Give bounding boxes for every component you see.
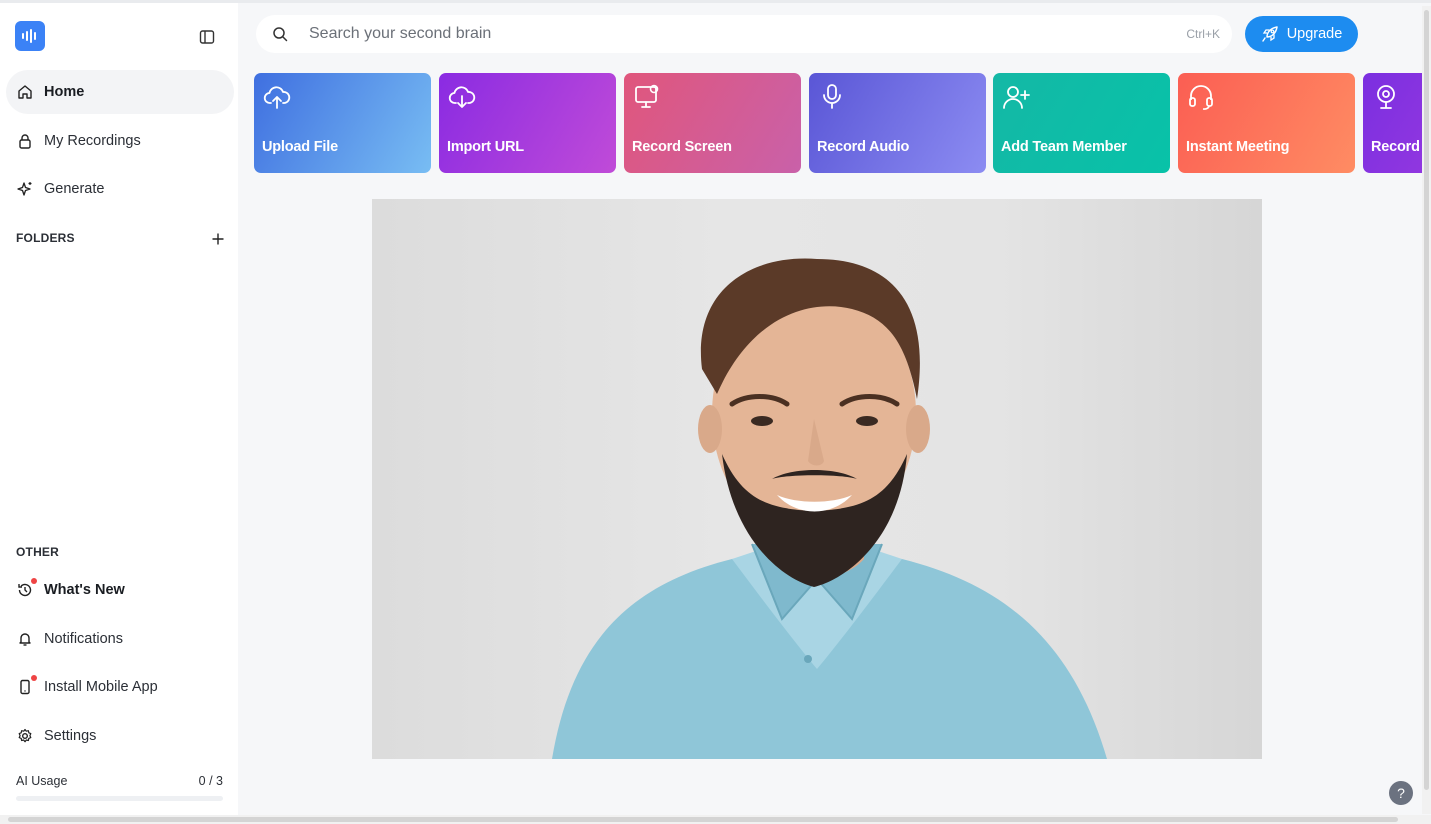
home-icon [16, 83, 34, 101]
gear-icon [16, 727, 34, 745]
monitor-icon [633, 83, 661, 111]
record-screen-card[interactable]: Record Screen [624, 73, 801, 173]
sidebar-item-label: Notifications [44, 631, 123, 647]
upgrade-label: Upgrade [1286, 26, 1343, 42]
folders-heading: FOLDERS [16, 231, 75, 245]
instant-meeting-card[interactable]: Instant Meeting [1178, 73, 1355, 173]
sidebar-item-label: Generate [44, 181, 105, 197]
scrollbar-thumb[interactable] [8, 817, 1398, 822]
add-team-member-card[interactable]: Add Team Member [993, 73, 1170, 173]
add-folder-icon[interactable] [208, 229, 228, 249]
card-label: Add Team Member [1001, 139, 1127, 155]
sidebar-item-label: Install Mobile App [44, 679, 158, 695]
sidebar-item-home[interactable]: Home [6, 70, 234, 114]
microphone-icon [818, 83, 846, 111]
webcam-icon [1372, 83, 1400, 111]
card-label: Import URL [447, 139, 524, 155]
sidebar-item-label: My Recordings [44, 133, 141, 149]
card-label: Record Screen [632, 139, 732, 155]
cloud-upload-icon [263, 83, 291, 111]
card-label: Upload File [262, 139, 338, 155]
sidebar-item-my-recordings[interactable]: My Recordings [6, 119, 234, 163]
ai-usage-label: AI Usage [16, 774, 68, 788]
search-icon [271, 25, 289, 43]
search-bar: Ctrl+K [256, 15, 1232, 53]
headset-icon [1187, 83, 1215, 111]
upload-file-card[interactable]: Upload File [254, 73, 431, 173]
sidebar-toggle-icon[interactable] [196, 26, 218, 48]
card-label: Instant Meeting [1186, 139, 1290, 155]
sidebar-item-generate[interactable]: Generate [6, 167, 234, 211]
notification-dot [31, 675, 37, 681]
ai-usage-count: 0 / 3 [198, 774, 223, 788]
sidebar-item-settings[interactable]: Settings [6, 714, 234, 758]
import-url-card[interactable]: Import URL [439, 73, 616, 173]
sidebar: Home My Recordings Generate FOLDERS OTHE… [0, 3, 238, 815]
help-button[interactable]: ? [1389, 781, 1413, 805]
rocket-icon [1261, 25, 1279, 43]
sidebar-item-whats-new[interactable]: What's New [6, 568, 234, 612]
cloud-download-icon [448, 83, 476, 111]
sidebar-item-label: Settings [44, 728, 97, 744]
lock-icon [16, 132, 34, 150]
upgrade-button[interactable]: Upgrade [1245, 16, 1358, 52]
history-icon [16, 578, 37, 599]
scrollbar-thumb[interactable] [1424, 10, 1429, 790]
sidebar-item-install-mobile-app[interactable]: Install Mobile App [6, 665, 234, 709]
card-label: Record Video [1371, 139, 1422, 155]
vertical-scrollbar[interactable] [1422, 6, 1431, 814]
smartphone-icon [16, 675, 37, 696]
user-plus-icon [1002, 83, 1030, 111]
record-video-card[interactable]: Record Video [1363, 73, 1422, 173]
search-shortcut-hint: Ctrl+K [1186, 27, 1220, 41]
hero-photo [372, 199, 1262, 759]
sidebar-item-notifications[interactable]: Notifications [6, 617, 234, 661]
sidebar-item-label: What's New [44, 582, 125, 598]
quick-actions: Upload File Import URL Record Screen Rec… [254, 73, 1422, 174]
card-label: Record Audio [817, 139, 910, 155]
sidebar-item-label: Home [44, 84, 85, 100]
notification-dot [31, 578, 37, 584]
ai-usage-progress [16, 796, 223, 801]
record-audio-card[interactable]: Record Audio [809, 73, 986, 173]
audio-wave-icon[interactable] [15, 21, 45, 51]
other-heading: OTHER [16, 545, 59, 559]
horizontal-scrollbar[interactable] [0, 815, 1431, 824]
bell-icon [16, 630, 34, 648]
sparkles-icon [16, 180, 34, 198]
search-input[interactable] [309, 25, 1129, 43]
